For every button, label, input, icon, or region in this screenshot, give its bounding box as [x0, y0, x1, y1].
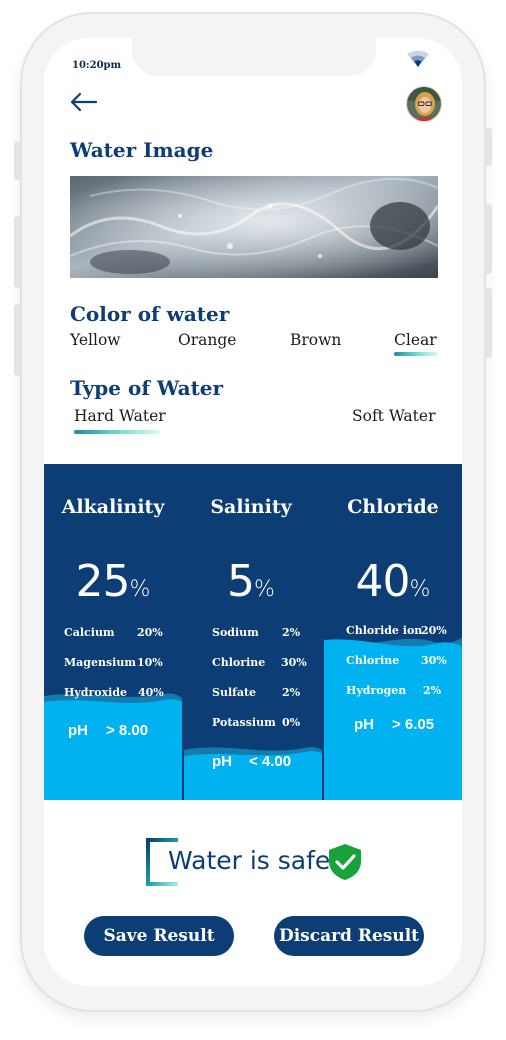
- metric-value: 0%: [282, 716, 301, 729]
- phone-side-button: [14, 142, 22, 180]
- phone-side-button: [484, 204, 492, 274]
- phone-side-button: [484, 128, 492, 166]
- avatar[interactable]: [406, 86, 442, 122]
- chloride-title: Chloride: [347, 496, 439, 518]
- metric-label: Hydroxide: [64, 686, 128, 699]
- wifi-icon: [407, 50, 429, 67]
- percent-sign: %: [409, 577, 431, 602]
- results-panel: Alkalinity 25% Calcium 20% Magensium 10%…: [44, 464, 462, 800]
- percent-sign: %: [254, 577, 275, 602]
- alkalinity-percent: 25%: [44, 556, 182, 607]
- metric-label: Sulfate: [212, 686, 257, 699]
- ph-label: pH: [68, 722, 88, 739]
- salinity-title: Salinity: [210, 496, 292, 518]
- safety-status: Water is safe: [168, 846, 331, 875]
- discard-result-button[interactable]: Discard Result: [274, 916, 424, 956]
- shield-check-icon: [329, 844, 361, 880]
- water-image-title: Water Image: [70, 138, 214, 162]
- metric-value: 2%: [282, 686, 301, 699]
- salinity-percent: 5%: [182, 556, 320, 607]
- metric-value: 40%: [138, 686, 164, 699]
- percent-sign: %: [129, 577, 151, 602]
- alkalinity-title: Alkalinity: [61, 496, 165, 518]
- arrow-left-icon[interactable]: [68, 90, 100, 114]
- metric-value: 20%: [137, 626, 163, 639]
- color-option-orange[interactable]: Orange: [178, 331, 236, 349]
- percent-value: 25: [75, 556, 131, 607]
- status-time: 10:20pm: [72, 60, 122, 71]
- type-of-water-title: Type of Water: [70, 376, 224, 400]
- metric-value: 30%: [281, 656, 307, 669]
- metric-label: Calcium: [64, 626, 115, 639]
- color-option-yellow[interactable]: Yellow: [70, 331, 121, 349]
- metric-label: Chloride ion: [346, 624, 423, 637]
- metric-value: 20%: [421, 624, 447, 637]
- ph-value: > 6.05: [392, 716, 435, 733]
- ph-label: pH: [354, 716, 374, 733]
- metric-label: Chlorine: [346, 654, 400, 667]
- color-option-brown[interactable]: Brown: [290, 331, 341, 349]
- phone-side-button: [484, 288, 492, 358]
- metric-value: 30%: [421, 654, 447, 667]
- type-option-soft-water[interactable]: Soft Water: [352, 407, 435, 425]
- percent-value: 5: [227, 556, 255, 607]
- color-option-clear[interactable]: Clear: [394, 331, 437, 349]
- metric-value: 10%: [137, 656, 163, 669]
- metric-label: Magensium: [64, 656, 136, 669]
- water-image: [70, 176, 438, 278]
- selected-underline: [394, 352, 438, 356]
- save-result-button[interactable]: Save Result: [84, 916, 234, 956]
- metric-value: 2%: [282, 626, 301, 639]
- metric-label: Potassium: [212, 716, 276, 729]
- phone-side-button: [14, 216, 22, 288]
- metric-value: 2%: [423, 684, 442, 697]
- type-option-hard-water[interactable]: Hard Water: [74, 407, 166, 425]
- ph-value: < 4.00: [249, 753, 292, 770]
- phone-notch: [132, 36, 376, 76]
- phone-side-button: [14, 304, 22, 376]
- chloride-percent: 40%: [324, 556, 462, 607]
- percent-value: 40: [355, 556, 411, 607]
- color-of-water-title: Color of water: [70, 302, 230, 326]
- ph-label: pH: [212, 753, 232, 770]
- ph-value: > 8.00: [106, 722, 149, 739]
- selected-underline: [74, 430, 160, 434]
- metric-label: Sodium: [212, 626, 259, 639]
- metric-label: Chlorine: [212, 656, 266, 669]
- metric-label: Hydrogen: [346, 684, 407, 697]
